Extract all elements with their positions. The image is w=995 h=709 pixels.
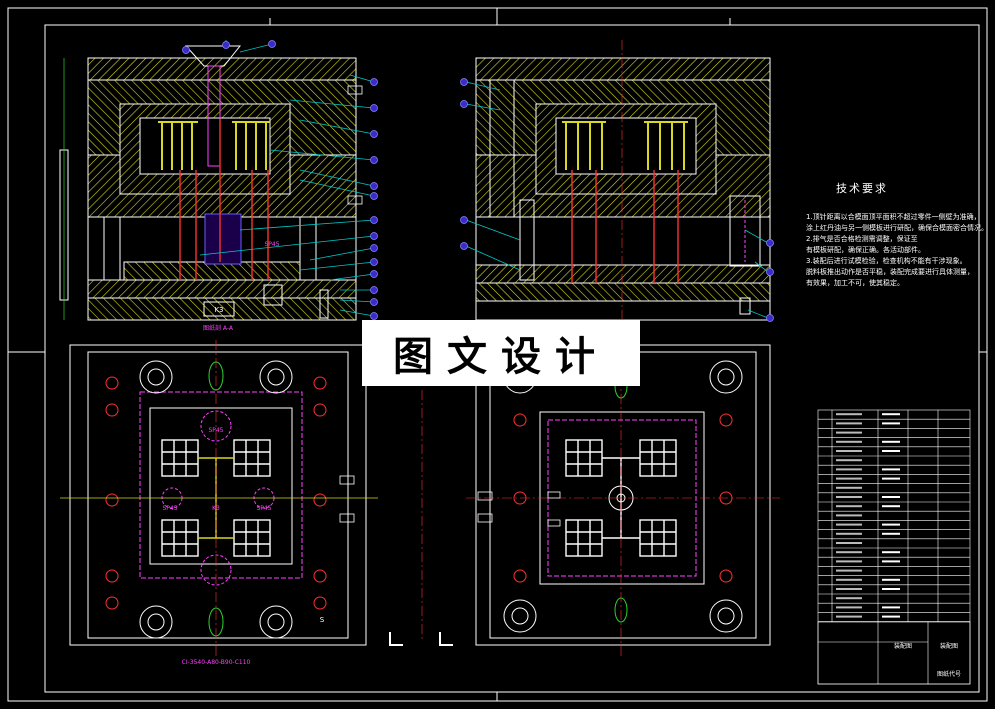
watermark-banner: 图文设计: [362, 320, 640, 386]
tech-req-line: 有效果，加工不可，使其稳定。: [806, 279, 904, 287]
bom-row-text-mark: [836, 422, 862, 425]
bom-row-text-mark: [882, 606, 900, 609]
bom-row-text-mark: [836, 496, 862, 498]
bom-row-text-mark: [836, 477, 862, 480]
section-mark: 图纸剖 A-A: [203, 324, 234, 332]
bom-row-text-mark: [882, 496, 900, 498]
bom-row-text-mark: [882, 468, 900, 471]
bom-row-text-mark: [836, 578, 862, 581]
bom-row-text-mark: [836, 597, 862, 600]
bom-row-text-mark: [836, 505, 862, 508]
plan-label-2: SP45: [162, 505, 177, 512]
bom-row-text-mark: [836, 551, 862, 554]
bom-row-text-mark: [882, 551, 900, 554]
label-k3: K3: [214, 306, 223, 314]
section-view-right: [475, 40, 771, 330]
plan-label-3: K3: [212, 505, 220, 512]
plan-label-1: SP45: [208, 427, 223, 434]
bom-row-text-mark: [836, 450, 862, 452]
bom-row-text-mark: [836, 532, 862, 535]
bom-row-text-mark: [836, 514, 862, 517]
section-view-left: K3 SP45 图纸剖 A-A: [59, 45, 363, 332]
tech-req-line: 1.顶针距离以合模面顶平面积不超过零件一侧壁为准确，: [806, 213, 981, 221]
bom-row-text-mark: [836, 615, 862, 618]
bom-row-text-mark: [882, 615, 900, 618]
plan-label-4: SP45: [256, 505, 271, 512]
tech-req-line: 脱料板推出动作是否平稳，装配完成要进行具体测量，: [806, 268, 974, 276]
plan-view-right: [466, 340, 780, 656]
bom-row-text-mark: [882, 440, 900, 443]
bom-row-text-mark: [836, 588, 862, 590]
bom-row-text-mark: [836, 431, 862, 434]
bom-row-text-mark: [836, 413, 862, 416]
watermark-text: 图文设计: [393, 333, 609, 380]
bom-row-text-mark: [882, 578, 900, 581]
view-marks: [389, 632, 453, 646]
bom-row-text-mark: [882, 450, 900, 452]
tech-req-line: 涂上红丹油与另一侧模板进行研配，确保合模面密合情况。: [806, 224, 988, 232]
tech-req-line: 2.排气是否合格检测需调整，保证至: [806, 235, 918, 243]
tech-req-title: 技术要求: [836, 182, 888, 195]
tech-req-line: 3.装配后进行试模检验，检查机构不能有干涉现象。: [806, 257, 967, 265]
bom-row-text-mark: [836, 606, 862, 609]
bom-row-text-mark: [882, 588, 900, 590]
technical-requirements: 技术要求 1.顶针距离以合模面顶平面积不超过零件一侧壁为准确， 涂上红丹油与另一…: [806, 182, 988, 289]
bom-row-text-mark: [836, 523, 862, 526]
bom-row-text-mark: [836, 569, 862, 572]
title-field-3: 图纸代号: [937, 670, 961, 678]
bom-row-marks: [836, 413, 900, 618]
bom-row-text-mark: [836, 542, 862, 544]
bom-row-text-mark: [882, 505, 900, 508]
bom-row-text-mark: [882, 422, 900, 425]
plan-label-5: S: [320, 616, 325, 624]
bom-row-text-mark: [882, 532, 900, 535]
bom-row-text-mark: [882, 560, 900, 563]
title-field-2: 装配图: [940, 642, 958, 650]
bom-row-text-mark: [836, 468, 862, 471]
tech-req-line: 有模板研配，确保正确。各活动部件。: [806, 246, 925, 254]
bom-row-text-mark: [836, 440, 862, 443]
bom-row-text-mark: [836, 459, 862, 462]
plan-view-left: SP45 SP45 K3 SP45 S CI-3540-A80-B90-C110: [60, 340, 378, 666]
plan-part-number: CI-3540-A80-B90-C110: [182, 659, 251, 666]
bom-row-text-mark: [882, 413, 900, 416]
bom-row-text-mark: [836, 486, 862, 489]
bom-row-text-mark: [836, 560, 862, 563]
title-field-1: 装配图: [894, 642, 912, 650]
bom-row-text-mark: [882, 523, 900, 526]
bom-row-text-mark: [882, 477, 900, 480]
